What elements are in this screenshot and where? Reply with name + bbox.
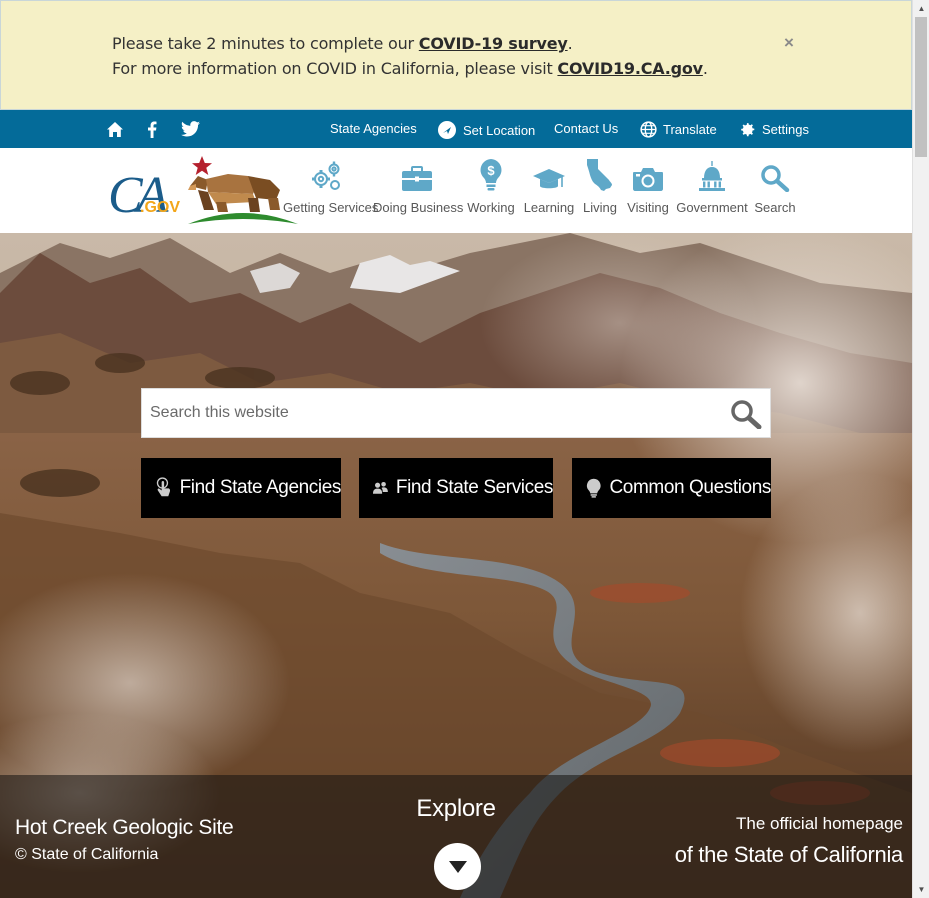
gear-icon xyxy=(741,123,755,137)
alert-line-survey: Please take 2 minutes to complete our CO… xyxy=(112,34,573,53)
nav-search[interactable]: Search xyxy=(753,158,797,215)
globe-icon xyxy=(640,121,657,138)
search-submit-button[interactable] xyxy=(730,399,762,430)
alert-text: Please take 2 minutes to complete our xyxy=(112,34,419,53)
nav-government[interactable]: Government xyxy=(675,158,749,215)
scroll-up-arrow-icon[interactable]: ▲ xyxy=(913,0,929,17)
translate-label: Translate xyxy=(663,122,717,137)
explore-button[interactable] xyxy=(434,843,481,890)
alert-line-info: For more information on COVID in Califor… xyxy=(112,59,708,78)
alert-period: . xyxy=(702,59,708,78)
nav-doing-business[interactable]: Doing Business xyxy=(373,158,464,215)
translate-button[interactable]: Translate xyxy=(640,121,717,138)
alert-text: For more information on COVID in Califor… xyxy=(112,59,558,78)
nav-getting-services[interactable]: Getting Services xyxy=(283,158,379,215)
nav-learning[interactable]: Learning xyxy=(522,158,576,215)
close-alert-button[interactable]: × xyxy=(784,33,794,53)
covid-survey-link[interactable]: COVID-19 survey xyxy=(419,34,568,53)
camera-icon xyxy=(624,158,672,192)
state-of-california-text: of the State of California xyxy=(674,842,904,867)
nav-label: Living xyxy=(583,200,617,215)
nav-living[interactable]: Living xyxy=(580,158,620,215)
common-questions-button[interactable]: Common Questions xyxy=(572,458,771,518)
settings-label: Settings xyxy=(762,122,809,137)
scrollbar-thumb[interactable] xyxy=(915,17,927,157)
lightbulb-icon xyxy=(586,478,601,498)
state-agencies-label: State Agencies xyxy=(330,121,417,136)
facebook-icon[interactable] xyxy=(147,120,157,138)
hero-footer-bar: Hot Creek Geologic Site © State of Calif… xyxy=(0,775,912,898)
scroll-down-arrow-icon[interactable]: ▼ xyxy=(913,881,929,898)
twitter-icon[interactable] xyxy=(181,120,200,138)
nav-label: Government xyxy=(676,200,748,215)
hero-search-box xyxy=(141,388,771,438)
nav-label: Learning xyxy=(523,200,575,215)
set-location-link[interactable]: Set Location xyxy=(437,121,535,139)
covid-alert-banner: Please take 2 minutes to complete our CO… xyxy=(0,0,912,110)
nav-label: Getting Services xyxy=(283,200,379,215)
location-icon xyxy=(438,121,456,139)
nav-visiting[interactable]: Visiting xyxy=(624,158,672,215)
alert-period: . xyxy=(567,34,573,53)
vertical-scrollbar[interactable]: ▲ ▼ xyxy=(912,0,929,898)
nav-label: Working xyxy=(467,200,515,215)
settings-button[interactable]: Settings xyxy=(739,121,809,138)
state-agencies-link[interactable]: State Agencies xyxy=(330,121,417,136)
set-location-label: Set Location xyxy=(463,122,536,138)
contact-us-label: Contact Us xyxy=(554,121,619,136)
common-questions-label: Common Questions xyxy=(609,477,771,498)
nav-label: Search xyxy=(754,200,796,215)
find-state-services-label: Find State Services xyxy=(395,477,554,498)
briefcase-icon xyxy=(373,158,461,192)
nav-working[interactable]: $ Working xyxy=(465,158,517,215)
hero-section: Find State Agencies Find State Services … xyxy=(0,233,912,898)
lightbulb-dollar-icon: $ xyxy=(465,158,517,192)
site-search-input[interactable] xyxy=(150,389,720,437)
nav-label: Doing Business xyxy=(373,200,464,215)
utility-bar: State Agencies Set Location Contact Us T… xyxy=(0,110,912,148)
search-icon xyxy=(753,158,797,192)
svg-text:.GOV: .GOV xyxy=(140,199,180,216)
find-state-agencies-label: Find State Agencies xyxy=(179,477,342,498)
graduation-cap-icon xyxy=(522,158,576,192)
home-icon[interactable] xyxy=(106,120,124,138)
covid19-cagov-link[interactable]: COVID19.CA.gov xyxy=(557,59,703,78)
pointer-hand-icon xyxy=(156,477,171,497)
find-state-services-button[interactable]: Find State Services xyxy=(359,458,553,518)
ca-gov-logo[interactable]: CA .GOV xyxy=(108,154,298,228)
search-icon xyxy=(731,400,762,430)
site-header: CA .GOV Getting Services Doing Business … xyxy=(0,148,912,233)
page: Please take 2 minutes to complete our CO… xyxy=(0,0,912,898)
contact-us-link[interactable]: Contact Us xyxy=(554,121,618,136)
triangle-down-icon xyxy=(448,860,467,873)
california-icon xyxy=(580,158,620,192)
gears-icon xyxy=(283,158,369,192)
official-homepage-text: The official homepage xyxy=(736,814,903,833)
capitol-icon xyxy=(675,158,749,192)
svg-text:$: $ xyxy=(487,163,495,178)
photo-caption-credit: © State of California xyxy=(15,846,159,863)
find-state-agencies-button[interactable]: Find State Agencies xyxy=(141,458,341,518)
people-icon xyxy=(373,481,388,494)
nav-label: Visiting xyxy=(627,200,669,215)
